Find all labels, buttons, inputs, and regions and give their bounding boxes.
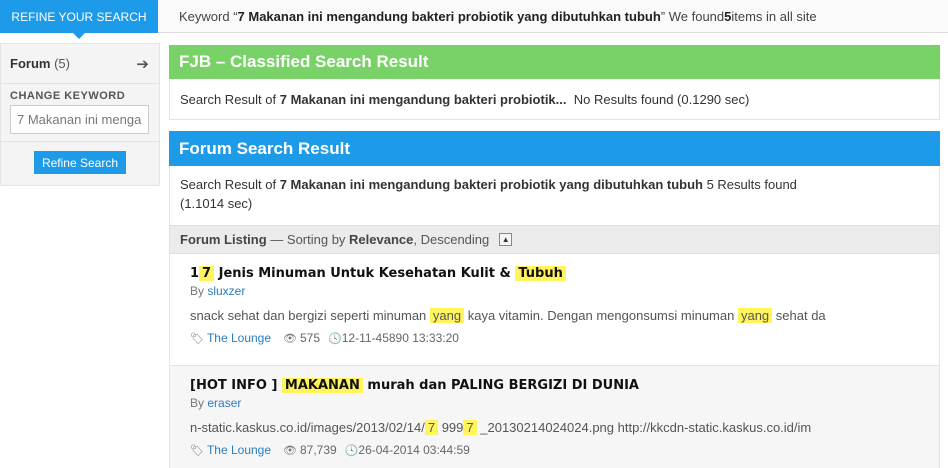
listing-label: Forum Listing	[180, 232, 267, 247]
result-meta: 🏷 The Lounge 👁 87,739 🕓 26-04-2014 03:44:59	[190, 443, 939, 457]
fjb-keyword: 7 Makanan ini mengandung bakteri probiot…	[279, 91, 567, 107]
sorting-prefix: — Sorting by	[266, 232, 350, 247]
fjb-result-summary: Search Result of 7 Makanan ini mengandun…	[169, 79, 940, 120]
arrow-right-icon[interactable]: ➔	[136, 55, 149, 73]
forum-filter-label: Forum	[10, 56, 51, 71]
refine-search-tab[interactable]: REFINE YOUR SEARCH	[0, 0, 158, 39]
tag-icon: 🏷	[190, 332, 204, 345]
search-result-2: [HOT INFO ] MAKANAN murah dan PALING BER…	[169, 366, 940, 468]
search-result-1: 17 Jenis Minuman Untuk Kesehatan Kulit &…	[169, 254, 940, 366]
forum-result-summary: Search Result of 7 Makanan ini mengandun…	[169, 166, 940, 225]
result-author: By sluxzer	[190, 284, 246, 298]
view-count: 87,739	[300, 443, 337, 457]
fjb-prefix: Search Result of	[180, 91, 277, 107]
post-date: 12-11-45890 13:33:20	[341, 331, 459, 345]
forum-listing-bar: Forum Listing — Sorting by Relevance, De…	[169, 225, 940, 254]
clock-icon: 🕓	[344, 444, 359, 457]
result-author: By eraser	[190, 396, 242, 410]
sort-order: , Descending	[413, 232, 490, 247]
eye-icon: 👁	[283, 444, 297, 457]
forum-result-header: Forum Search Result	[169, 131, 940, 166]
result-snippet: snack sehat dan bergizi seperti minuman …	[190, 308, 826, 323]
sort-field: Relevance	[349, 232, 414, 247]
view-count: 575	[300, 331, 321, 345]
forum-link[interactable]: The Lounge	[207, 443, 271, 457]
result-meta: 🏷 The Lounge 👁 575 🕓 12-11-45890 13:33:20	[190, 331, 939, 345]
keyword-suffix: items in all site	[731, 8, 817, 24]
keyword-prefix: Keyword “	[179, 8, 238, 24]
forum-keyword: 7 Makanan ini mengandung bakteri probiot…	[279, 177, 703, 192]
forum-prefix: Search Result of	[180, 177, 280, 192]
keyword-middle: ” We found	[660, 8, 725, 24]
keyword-text: 7 Makanan ini mengandung bakteri probiot…	[237, 8, 661, 24]
result-title-link[interactable]: [HOT INFO ] MAKANAN murah dan PALING BER…	[190, 376, 939, 396]
author-link[interactable]: sluxzer	[207, 284, 245, 298]
result-title-link[interactable]: 17 Jenis Minuman Untuk Kesehatan Kulit &…	[190, 264, 939, 284]
keyword-summary: Keyword “7 Makanan ini mengandung bakter…	[158, 0, 948, 33]
collapse-up-icon[interactable]: ▲	[499, 233, 513, 246]
result-count: 5	[724, 8, 732, 24]
sidebar-item-forum[interactable]: Forum (5) ➔	[1, 44, 159, 84]
author-link[interactable]: eraser	[207, 396, 241, 410]
result-snippet: n-static.kaskus.co.id/images/2013/02/14/…	[190, 420, 812, 435]
fjb-status: No Results found (0.1290 sec)	[566, 91, 750, 107]
clock-icon: 🕓	[328, 332, 342, 345]
refine-search-button[interactable]: Refine Search	[34, 151, 126, 174]
keyword-input[interactable]	[10, 105, 149, 134]
post-date: 26-04-2014 03:44:59	[358, 443, 470, 457]
sidebar-divider	[1, 141, 159, 142]
tag-icon: 🏷	[190, 444, 204, 457]
fjb-result-header: FJB – Classified Search Result	[169, 45, 940, 79]
sidebar: Forum (5) ➔ CHANGE KEYWORD Refine Search	[0, 43, 160, 186]
change-keyword-label: CHANGE KEYWORD	[10, 90, 126, 102]
eye-icon: 👁	[283, 332, 297, 345]
forum-filter-count: (5)	[54, 56, 70, 71]
forum-link[interactable]: The Lounge	[207, 331, 271, 345]
